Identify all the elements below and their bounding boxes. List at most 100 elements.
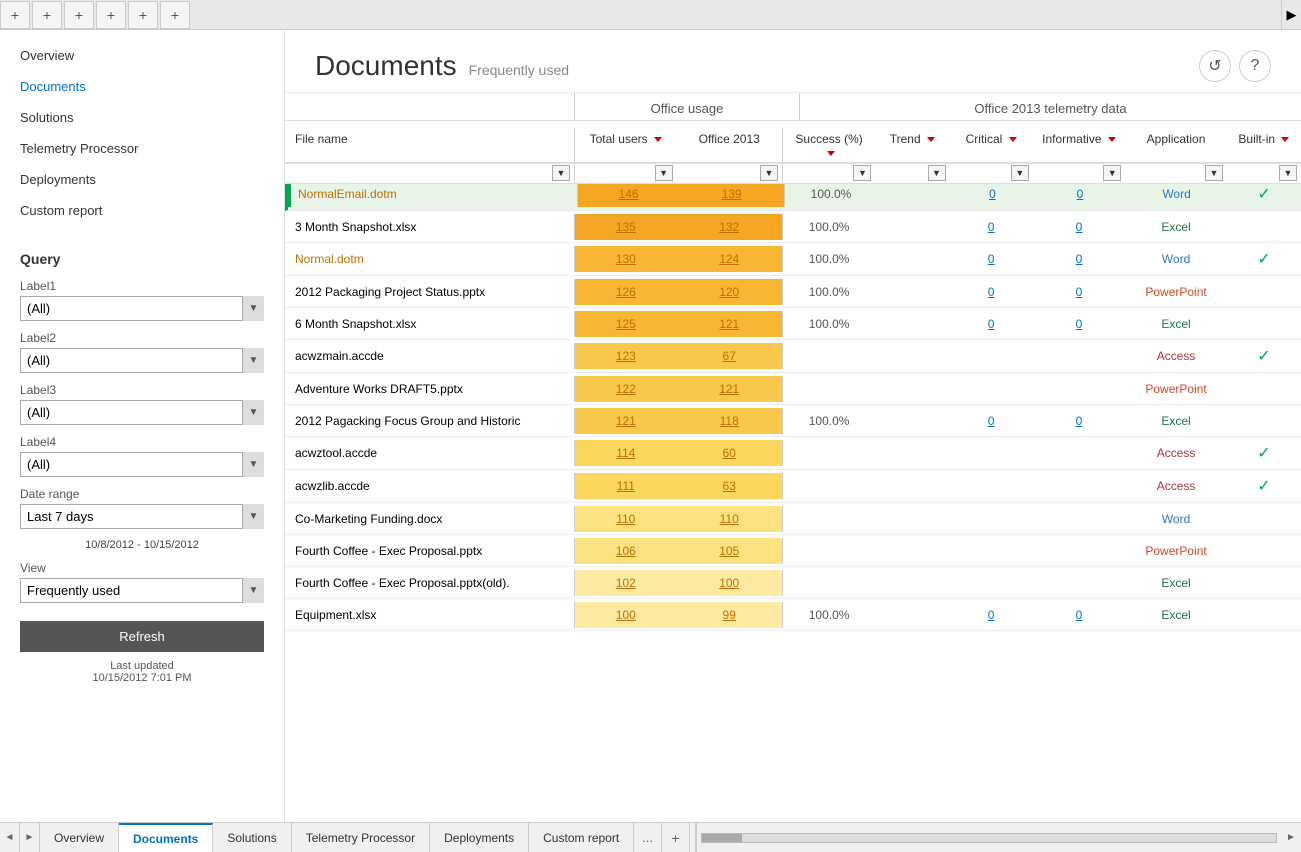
critical-value[interactable]: 0 [988, 220, 995, 234]
table-row[interactable]: acwzmain.accde 123 67 Access ✓ [285, 340, 1301, 373]
office2013-value[interactable]: 67 [723, 349, 736, 363]
table-row[interactable]: Adventure Works DRAFT5.pptx 122 121 Powe… [285, 373, 1301, 405]
filter-file-dropdown[interactable]: ▼ [552, 165, 570, 181]
col-header-success[interactable]: Success (%) [783, 128, 875, 162]
office2013-value[interactable]: 121 [719, 382, 739, 396]
office2013-value[interactable]: 139 [722, 187, 742, 201]
total-value[interactable]: 123 [616, 349, 636, 363]
table-row[interactable]: Normal.dotm 130 124 100.0% 0 0 Word ✓ [285, 243, 1301, 276]
bottom-tab-telemetry[interactable]: Telemetry Processor [292, 823, 430, 852]
office2013-value[interactable]: 63 [723, 479, 736, 493]
table-row[interactable]: Fourth Coffee - Exec Proposal.pptx 106 1… [285, 535, 1301, 567]
office2013-value[interactable]: 99 [723, 608, 736, 622]
filter-builtin-dropdown[interactable]: ▼ [1279, 165, 1297, 181]
sidebar-item-telemetry[interactable]: Telemetry Processor [0, 133, 284, 164]
bottom-tab-ellipsis[interactable]: ... [634, 823, 662, 852]
filter-application-dropdown[interactable]: ▼ [1205, 165, 1223, 181]
sidebar-item-deployments[interactable]: Deployments [0, 164, 284, 195]
bottom-scrollbar[interactable] [696, 823, 1281, 852]
total-value[interactable]: 126 [616, 285, 636, 299]
sidebar-item-overview[interactable]: Overview [0, 40, 284, 71]
office2013-value[interactable]: 105 [719, 544, 739, 558]
informative-value[interactable]: 0 [1076, 317, 1083, 331]
tab-add-2[interactable]: + [32, 1, 62, 29]
tab-add-6[interactable]: + [160, 1, 190, 29]
bottom-tab-custom-report[interactable]: Custom report [529, 823, 634, 852]
label4-select[interactable]: (All) [20, 452, 264, 477]
col-header-builtin[interactable]: Built-in [1227, 128, 1301, 162]
bottom-tab-overview[interactable]: Overview [40, 823, 119, 852]
filter-informative-dropdown[interactable]: ▼ [1103, 165, 1121, 181]
file-link[interactable]: NormalEmail.dotm [298, 187, 397, 201]
sidebar-item-custom-report[interactable]: Custom report [0, 195, 284, 226]
help-icon-button[interactable]: ? [1239, 50, 1271, 82]
bottom-tab-documents[interactable]: Documents [119, 823, 213, 852]
office2013-value[interactable]: 100 [719, 576, 739, 590]
informative-value[interactable]: 0 [1076, 285, 1083, 299]
office2013-value[interactable]: 121 [719, 317, 739, 331]
critical-value[interactable]: 0 [988, 285, 995, 299]
critical-value[interactable]: 0 [988, 414, 995, 428]
col-header-total[interactable]: Total users [575, 128, 677, 162]
total-value[interactable]: 114 [616, 446, 635, 460]
office2013-value[interactable]: 120 [719, 285, 739, 299]
total-value[interactable]: 106 [616, 544, 636, 558]
refresh-button[interactable]: Refresh [20, 621, 264, 652]
total-value[interactable]: 111 [617, 479, 635, 493]
critical-value[interactable]: 0 [988, 608, 995, 622]
sidebar-item-solutions[interactable]: Solutions [0, 102, 284, 133]
critical-value[interactable]: 0 [989, 187, 996, 201]
bottom-tab-solutions[interactable]: Solutions [213, 823, 291, 852]
total-value[interactable]: 125 [616, 317, 636, 331]
table-row[interactable]: acwzlib.accde 111 63 Access ✓ [285, 470, 1301, 503]
sidebar-item-documents[interactable]: Documents [0, 71, 284, 102]
total-value[interactable]: 122 [616, 382, 636, 396]
scroll-right-btn[interactable]: ► [1281, 823, 1301, 852]
tab-add-1[interactable]: + [0, 1, 30, 29]
informative-value[interactable]: 0 [1076, 608, 1083, 622]
informative-value[interactable]: 0 [1076, 220, 1083, 234]
scrollbar-thumb[interactable] [702, 834, 742, 842]
filter-office2013-dropdown[interactable]: ▼ [760, 165, 778, 181]
scrollbar-track[interactable] [701, 833, 1277, 843]
total-value[interactable]: 121 [616, 414, 636, 428]
office2013-value[interactable]: 118 [720, 414, 739, 428]
table-row[interactable]: 2012 Packaging Project Status.pptx 126 1… [285, 276, 1301, 308]
label2-select[interactable]: (All) [20, 348, 264, 373]
filter-trend-dropdown[interactable]: ▼ [928, 165, 946, 181]
filter-success-dropdown[interactable]: ▼ [853, 165, 871, 181]
table-row[interactable]: 3 Month Snapshot.xlsx 135 132 100.0% 0 0… [285, 211, 1301, 243]
table-container[interactable]: Office usage Office 2013 telemetry data … [285, 93, 1301, 822]
col-header-office2013[interactable]: Office 2013 [677, 128, 783, 162]
table-row[interactable]: Equipment.xlsx 100 99 100.0% 0 0 Excel [285, 599, 1301, 631]
table-row[interactable]: Co-Marketing Funding.docx 110 110 Word [285, 503, 1301, 535]
table-row[interactable]: acwztool.accde 114 60 Access ✓ [285, 437, 1301, 470]
total-value[interactable]: 100 [616, 608, 636, 622]
critical-value[interactable]: 0 [988, 252, 995, 266]
col-header-trend[interactable]: Trend [875, 128, 949, 162]
informative-value[interactable]: 0 [1076, 252, 1083, 266]
file-link[interactable]: Normal.dotm [295, 252, 364, 266]
top-scroll-right[interactable]: ▶ [1281, 1, 1301, 29]
table-row[interactable]: 2012 Pagacking Focus Group and Historic … [285, 405, 1301, 437]
bottom-tab-deployments[interactable]: Deployments [430, 823, 529, 852]
filter-total-dropdown[interactable]: ▼ [655, 165, 673, 181]
col-header-application[interactable]: Application [1125, 128, 1227, 162]
total-value[interactable]: 110 [616, 512, 635, 526]
informative-value[interactable]: 0 [1076, 414, 1083, 428]
col-header-critical[interactable]: Critical [949, 128, 1032, 162]
view-select[interactable]: Frequently used [20, 578, 264, 603]
office2013-value[interactable]: 132 [719, 220, 739, 234]
tab-add-3[interactable]: + [64, 1, 94, 29]
date-range-select[interactable]: Last 7 days [20, 504, 264, 529]
informative-value[interactable]: 0 [1077, 187, 1084, 201]
critical-value[interactable]: 0 [988, 317, 995, 331]
filter-critical-dropdown[interactable]: ▼ [1011, 165, 1029, 181]
tab-add-5[interactable]: + [128, 1, 158, 29]
refresh-icon-button[interactable]: ↺ [1199, 50, 1231, 82]
tab-add-4[interactable]: + [96, 1, 126, 29]
col-header-filename[interactable]: File name [285, 128, 575, 162]
office2013-value[interactable]: 110 [720, 512, 739, 526]
total-value[interactable]: 135 [616, 220, 636, 234]
total-value[interactable]: 146 [619, 187, 639, 201]
